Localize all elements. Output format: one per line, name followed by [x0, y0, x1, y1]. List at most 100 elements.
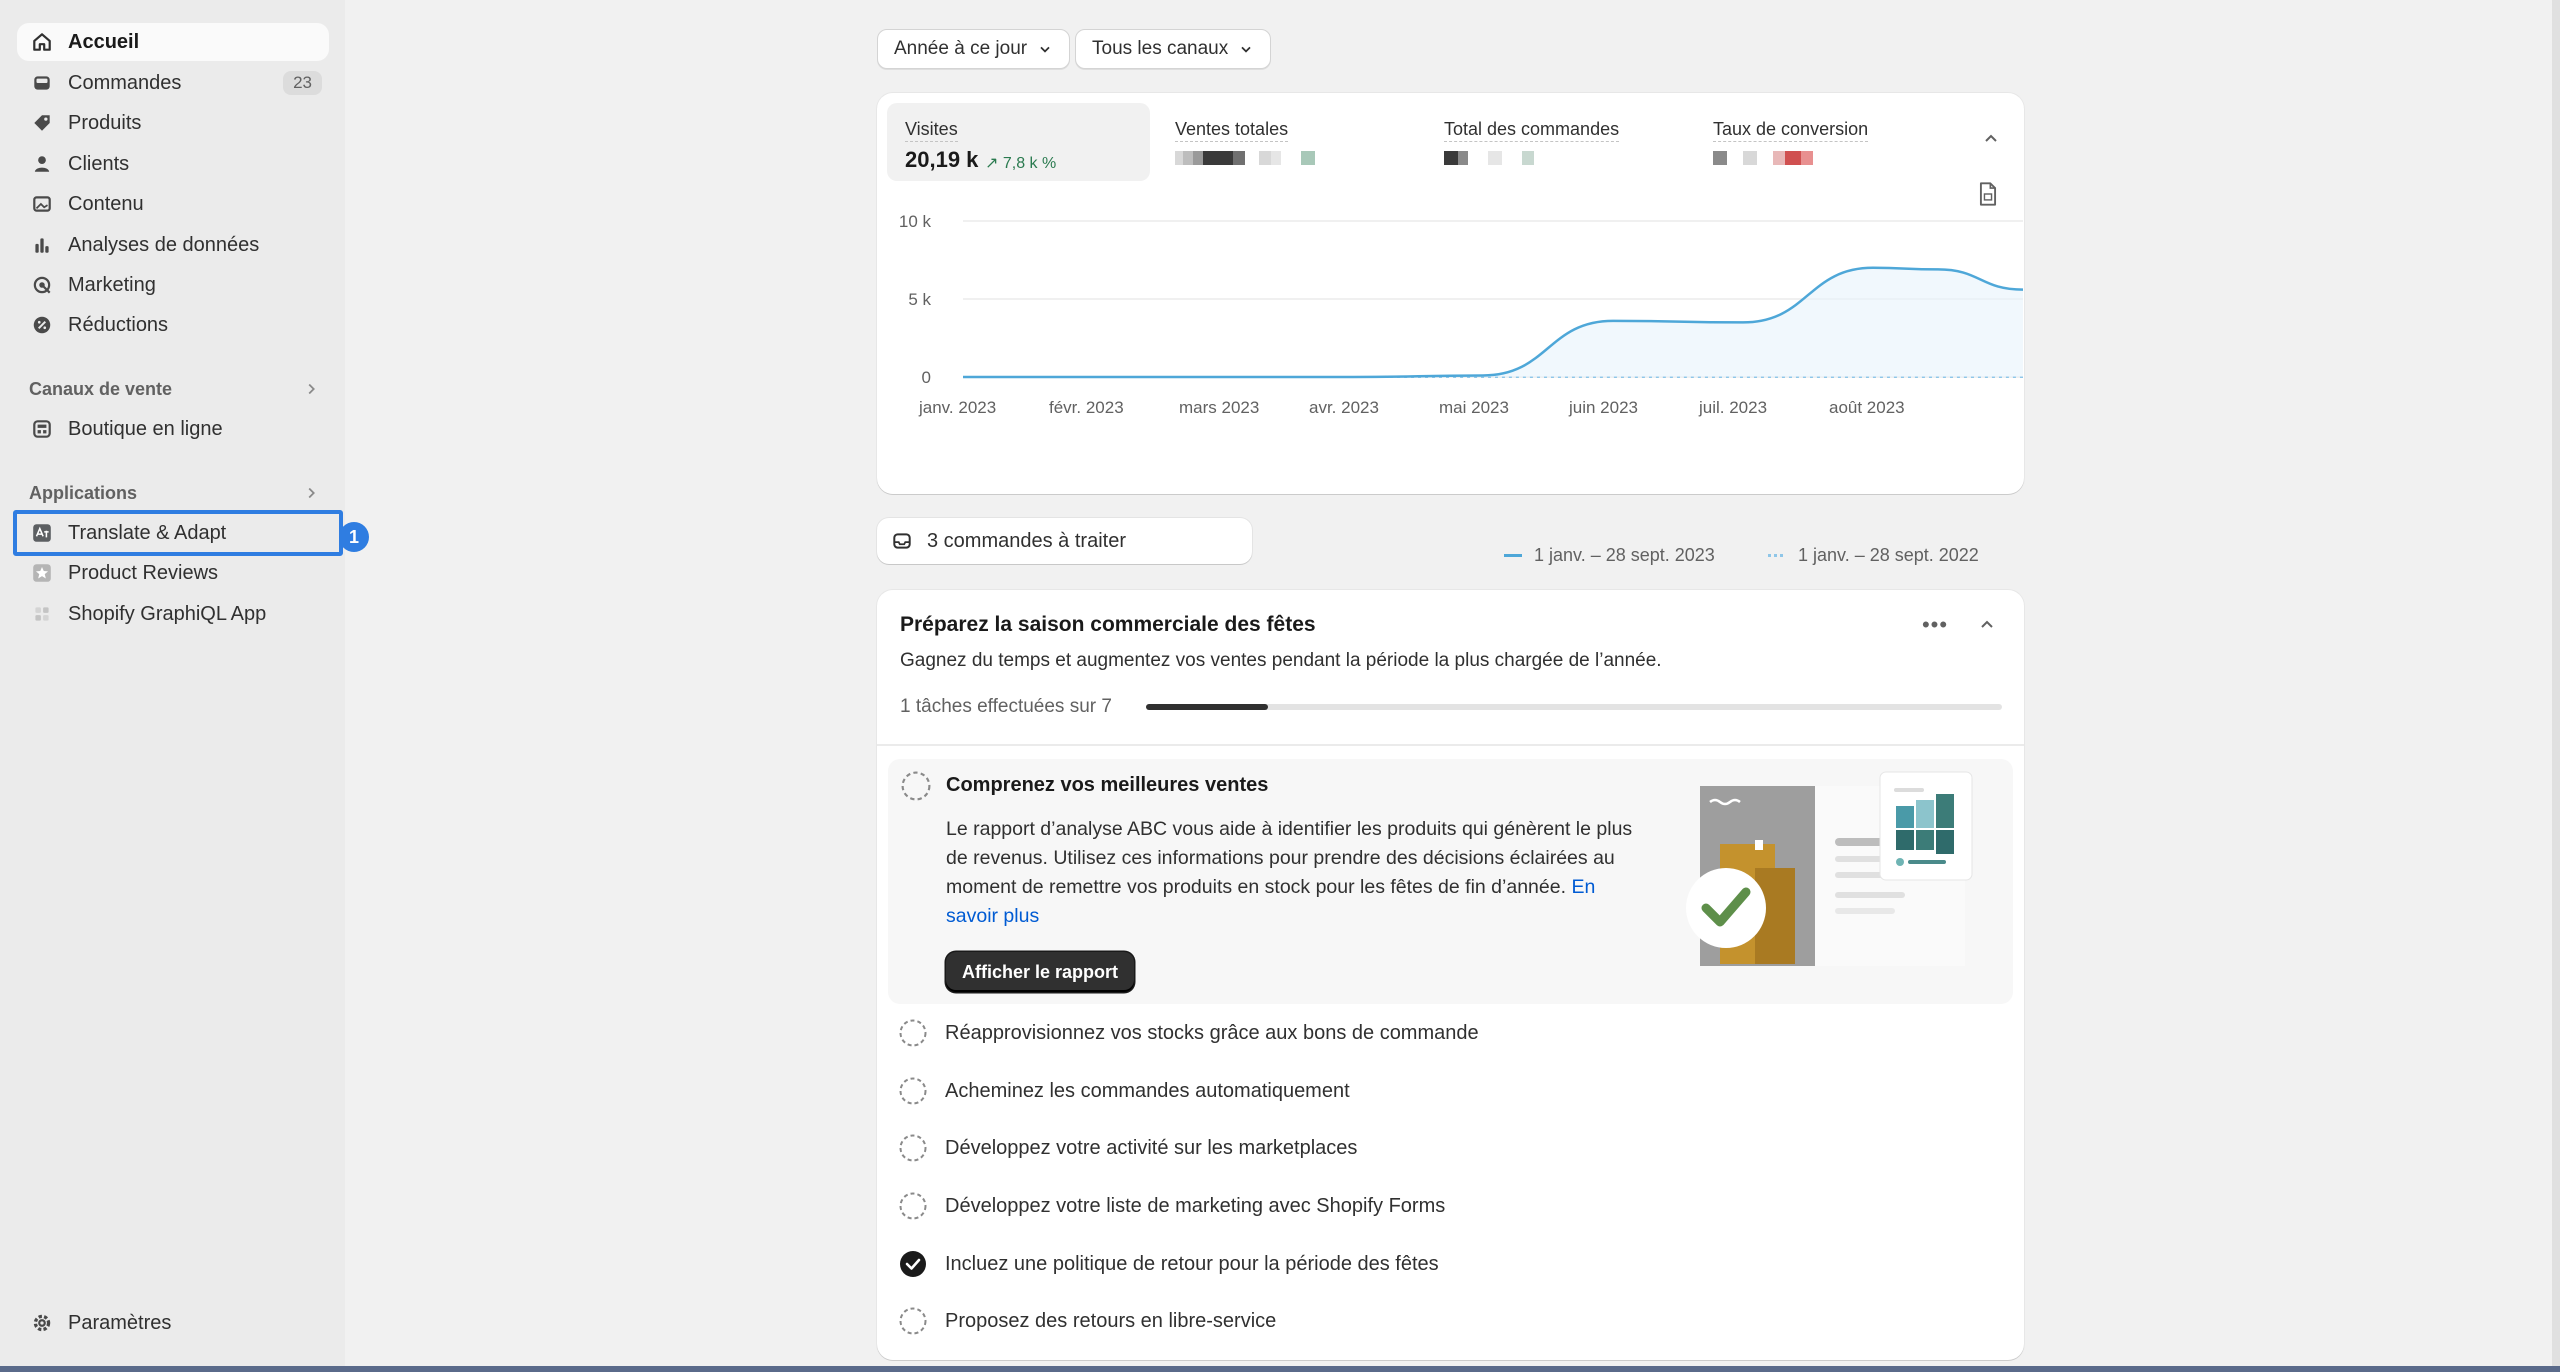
analytics-card: Visites 20,19 k ↗ 7,8 k % Ventes totales… — [877, 93, 2024, 571]
target-icon — [30, 273, 54, 297]
star-icon — [30, 561, 54, 585]
setup-card-subtitle: Gagnez du temps et augmentez vos ventes … — [900, 650, 1662, 671]
legend-previous-period[interactable]: 1 janv. – 28 sept. 2022 — [1754, 539, 2000, 571]
x-tick-label: mai 2023 — [1439, 398, 1509, 417]
incomplete-circle-icon — [899, 1307, 927, 1335]
x-tick-label: févr. 2023 — [1049, 398, 1124, 417]
sidebar-item-label: Accueil — [68, 30, 140, 53]
task-label: Développez votre activité sur les market… — [945, 1136, 1358, 1159]
gear-icon — [30, 1311, 54, 1335]
divider — [877, 744, 2024, 746]
series-area — [963, 267, 2023, 377]
apps-heading: Applications — [29, 483, 138, 503]
image-icon — [30, 192, 54, 216]
period-filter-button[interactable]: Année à ce jour — [877, 29, 1071, 69]
sidebar-item-content[interactable]: Contenu — [17, 185, 329, 223]
sidebar-item-label: Commandes — [68, 71, 182, 94]
tag-icon — [30, 111, 54, 135]
sidebar-item-label: Paramètres — [68, 1311, 172, 1334]
window-bottom-edge — [0, 1366, 2560, 1372]
orders-to-process-label: 3 commandes à traiter — [927, 529, 1126, 552]
completed-check-icon — [900, 1251, 926, 1277]
sales-channels-heading: Canaux de vente — [29, 379, 173, 399]
graphql-icon — [30, 602, 54, 626]
sidebar-item-online-store[interactable]: Boutique en ligne — [17, 410, 329, 448]
task-row[interactable]: Proposez des retours en libre-service — [899, 1307, 1276, 1335]
task-row[interactable]: Réapprovisionnez vos stocks grâce aux bo… — [899, 1019, 1479, 1047]
incomplete-circle-icon — [899, 1134, 927, 1162]
sidebar-item-graphiql[interactable]: Shopify GraphiQL App — [17, 595, 329, 633]
sidebar-item-label: Contenu — [68, 192, 144, 215]
y-tick-label: 5 k — [908, 290, 931, 309]
x-tick-label: avr. 2023 — [1309, 398, 1379, 417]
incomplete-circle-icon — [899, 1192, 927, 1220]
incomplete-circle-icon[interactable] — [901, 771, 931, 801]
discount-icon — [30, 313, 54, 337]
sidebar-item-label: Analyses de données — [68, 233, 260, 256]
sidebar-item-marketing[interactable]: Marketing — [17, 266, 329, 304]
channel-filter-button[interactable]: Tous les canaux — [1075, 29, 1272, 69]
more-options-icon[interactable]: ••• — [1921, 612, 1949, 637]
highlight-box — [13, 510, 343, 556]
expanded-task-title[interactable]: Comprenez vos meilleures ventes — [946, 774, 1268, 797]
task-label: Réapprovisionnez vos stocks grâce aux bo… — [945, 1021, 1479, 1044]
orders-count-badge: 23 — [283, 71, 322, 95]
x-tick-label: mars 2023 — [1179, 398, 1259, 417]
x-tick-label: août 2023 — [1829, 398, 1905, 417]
inbox-icon — [30, 71, 54, 95]
sidebar-item-label: Produits — [68, 111, 142, 134]
legend-label: 1 janv. – 28 sept. 2022 — [1798, 544, 1979, 565]
sidebar-item-home[interactable]: Accueil — [17, 23, 329, 61]
task-row[interactable]: Développez votre liste de marketing avec… — [899, 1192, 1445, 1220]
legend-swatch-solid — [1504, 553, 1522, 557]
legend-label: 1 janv. – 28 sept. 2023 — [1534, 544, 1715, 565]
chevron-down-icon — [1040, 46, 1050, 53]
task-row[interactable]: Incluez une politique de retour pour la … — [899, 1250, 1439, 1278]
task-label: Proposez des retours en libre-service — [945, 1309, 1277, 1332]
expanded-task-body: Le rapport d’analyse ABC vous aide à ide… — [946, 815, 1636, 931]
legend-current-period[interactable]: 1 janv. – 28 sept. 2023 — [1490, 539, 1739, 571]
progress-text: 1 tâches effectuées sur 7 — [900, 696, 1112, 717]
sidebar-item-settings[interactable]: Paramètres — [17, 1304, 329, 1342]
x-tick-label: juil. 2023 — [1698, 398, 1767, 417]
sidebar-item-orders[interactable]: Commandes 23 — [17, 64, 329, 102]
sidebar-item-product-reviews[interactable]: Product Reviews — [17, 554, 329, 592]
sidebar-item-products[interactable]: Produits — [17, 104, 329, 142]
progress-bar — [1146, 704, 2002, 710]
x-tick-label: janv. 2023 — [918, 398, 996, 417]
y-tick-label: 10 k — [899, 212, 932, 231]
task-label: Incluez une politique de retour pour la … — [945, 1252, 1439, 1275]
step-badge: 1 — [339, 522, 369, 552]
chevron-right-icon[interactable] — [302, 484, 320, 502]
chevron-up-icon[interactable] — [1977, 615, 1997, 635]
scrollbar[interactable] — [2552, 0, 2560, 1372]
orders-to-process-button[interactable]: 3 commandes à traiter — [877, 518, 1252, 564]
person-icon — [30, 152, 54, 176]
sidebar-item-label: Shopify GraphiQL App — [68, 602, 267, 625]
abc-report-illustration — [1686, 771, 1973, 966]
view-report-button[interactable]: Afficher le rapport — [946, 952, 1135, 992]
bar-chart-icon — [30, 233, 54, 257]
task-label: Développez votre liste de marketing avec… — [945, 1194, 1446, 1217]
task-label: Acheminez les commandes automatiquement — [945, 1079, 1350, 1102]
y-tick-label: 0 — [922, 368, 931, 387]
setup-card-title: Préparez la saison commerciale des fêtes — [900, 613, 1316, 636]
sidebar-item-label: Clients — [68, 152, 130, 175]
x-tick-label: juin 2023 — [1568, 398, 1638, 417]
sidebar-item-discounts[interactable]: Réductions — [17, 306, 329, 344]
period-filter-label: Année à ce jour — [894, 38, 1028, 59]
channel-filter-label: Tous les canaux — [1092, 38, 1229, 59]
progress-bar-fill — [1146, 704, 1269, 710]
home-icon — [30, 30, 54, 54]
task-row[interactable]: Acheminez les commandes automatiquement — [899, 1077, 1350, 1105]
sidebar-item-label: Réductions — [68, 313, 169, 336]
sidebar-item-label: Marketing — [68, 273, 156, 296]
sidebar-item-label: Boutique en ligne — [68, 417, 223, 440]
expanded-task-description: Le rapport d’analyse ABC vous aide à ide… — [946, 818, 1633, 898]
task-row[interactable]: Développez votre activité sur les market… — [899, 1134, 1357, 1162]
sidebar-item-customers[interactable]: Clients — [17, 145, 329, 183]
chevron-down-icon — [1241, 46, 1251, 53]
inbox-icon — [893, 533, 911, 549]
sidebar-item-analytics[interactable]: Analyses de données — [17, 226, 329, 264]
chevron-right-icon[interactable] — [302, 380, 320, 398]
